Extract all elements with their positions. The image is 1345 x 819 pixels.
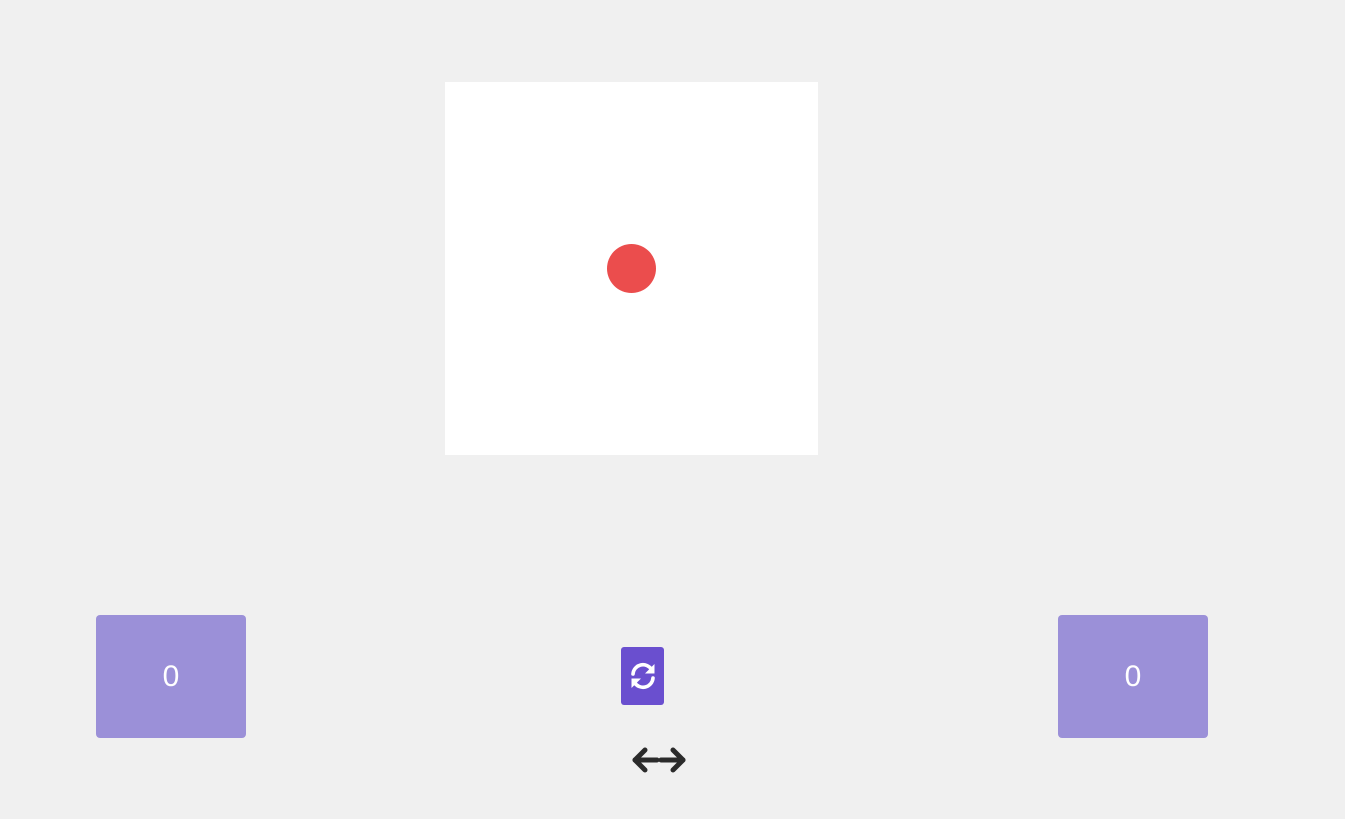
game-stage: 0 0	[0, 0, 1345, 819]
refresh-icon	[627, 660, 659, 692]
right-score-value: 0	[1124, 659, 1142, 693]
left-right-arrows-icon	[631, 746, 687, 774]
refresh-button[interactable]	[621, 647, 664, 705]
right-score-box[interactable]: 0	[1058, 615, 1208, 738]
game-board[interactable]	[445, 82, 818, 455]
ball	[607, 244, 656, 293]
left-score-box[interactable]: 0	[96, 615, 246, 738]
left-score-value: 0	[162, 659, 180, 693]
left-right-arrows-control[interactable]	[630, 743, 688, 777]
